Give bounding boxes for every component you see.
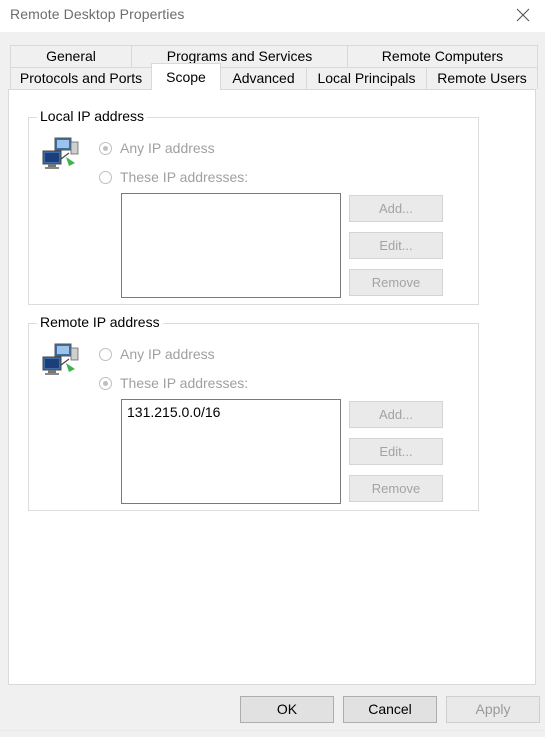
ok-button[interactable]: OK (240, 696, 334, 723)
remote-these-ip-label: These IP addresses: (120, 375, 249, 391)
close-button[interactable] (509, 2, 537, 28)
tab-general[interactable]: General (10, 45, 132, 67)
dialog-window: { "window": { "title": "Remote Desktop P… (0, 0, 545, 737)
local-any-ip-radio-button[interactable] (99, 141, 112, 155)
local-add-button[interactable]: Add... (349, 195, 443, 222)
remote-these-ip-radio[interactable]: These IP addresses: (99, 375, 248, 391)
close-icon (516, 8, 530, 22)
tab-remote-users[interactable]: Remote Users (426, 67, 538, 89)
network-computers-icon (42, 343, 79, 375)
local-any-ip-radio[interactable]: Any IP address (99, 140, 215, 156)
remote-add-button[interactable]: Add... (349, 401, 443, 428)
remote-remove-button[interactable]: Remove (349, 475, 443, 502)
local-edit-button[interactable]: Edit... (349, 232, 443, 259)
remote-ip-list-item[interactable]: 131.215.0.0/16 (127, 404, 220, 420)
remote-these-ip-radio-button[interactable] (99, 376, 112, 390)
remote-any-ip-radio-button[interactable] (99, 347, 112, 361)
remote-any-ip-radio[interactable]: Any IP address (99, 346, 215, 362)
local-remove-button[interactable]: Remove (349, 269, 443, 296)
local-ip-group-label: Local IP address (37, 108, 148, 124)
tab-advanced[interactable]: Advanced (220, 67, 307, 89)
remote-ip-group-label: Remote IP address (37, 314, 163, 330)
local-ip-list[interactable] (121, 193, 341, 298)
remote-ip-list[interactable]: 131.215.0.0/16 (121, 399, 341, 504)
title-bar: Remote Desktop Properties (0, 0, 545, 32)
local-these-ip-label: These IP addresses: (120, 169, 249, 185)
tab-scope[interactable]: Scope (151, 63, 221, 90)
tab-remote-computers[interactable]: Remote Computers (347, 45, 538, 67)
local-any-ip-label: Any IP address (120, 140, 215, 156)
apply-button[interactable]: Apply (446, 696, 540, 723)
local-ip-group: Local IP address Any IP address These IP… (28, 108, 479, 305)
tab-protocols-and-ports[interactable]: Protocols and Ports (10, 67, 152, 89)
window-title: Remote Desktop Properties (10, 6, 185, 22)
scope-tab-panel: Local IP address Any IP address These IP… (8, 89, 536, 685)
local-these-ip-radio-button[interactable] (99, 170, 112, 184)
network-computers-icon (42, 137, 79, 169)
local-these-ip-radio[interactable]: These IP addresses: (99, 169, 248, 185)
remote-edit-button[interactable]: Edit... (349, 438, 443, 465)
tab-local-principals[interactable]: Local Principals (306, 67, 427, 89)
remote-ip-group: Remote IP address Any IP address These I… (28, 314, 479, 511)
cancel-button[interactable]: Cancel (343, 696, 437, 723)
remote-any-ip-label: Any IP address (120, 346, 215, 362)
